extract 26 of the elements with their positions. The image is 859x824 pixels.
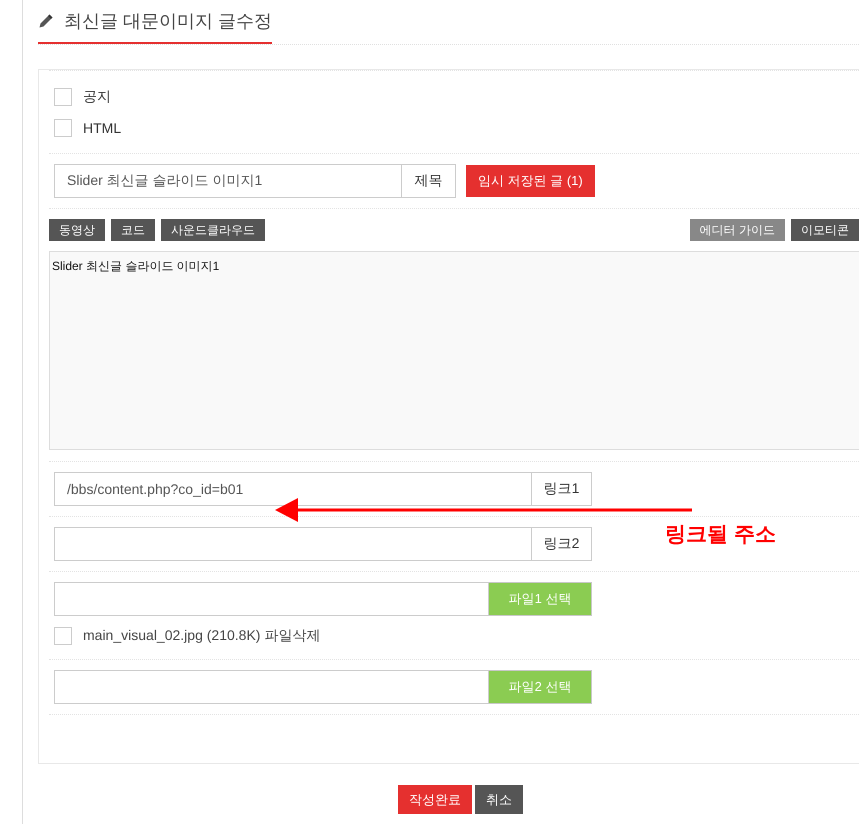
- editor-tool-button[interactable]: 동영상: [49, 219, 105, 241]
- link-input[interactable]: [54, 527, 532, 561]
- link-input[interactable]: /bbs/content.php?co_id=b01: [54, 472, 532, 506]
- draft-button[interactable]: 임시 저장된 글 (1): [466, 165, 595, 197]
- editor-textarea[interactable]: Slider 최신글 슬라이드 이미지1: [49, 251, 859, 450]
- file-input[interactable]: [54, 582, 489, 616]
- cancel-button[interactable]: 취소: [475, 785, 523, 814]
- annotation-text: 링크될 주소: [665, 522, 776, 548]
- field-label: 제목: [401, 164, 456, 198]
- editor-tool-button[interactable]: 에디터 가이드: [690, 219, 785, 241]
- page-title: 최신글 대문이미지 글수정: [64, 10, 272, 33]
- editor-tool-button[interactable]: 코드: [111, 219, 155, 241]
- checkbox[interactable]: [54, 118, 72, 136]
- pencil-icon: [38, 13, 54, 29]
- submit-button[interactable]: 작성완료: [398, 785, 472, 814]
- file-input[interactable]: [54, 670, 489, 704]
- checkbox[interactable]: [54, 627, 72, 645]
- checkbox-label: HTML: [83, 120, 122, 136]
- field-label: 링크1: [531, 472, 592, 506]
- editor-tool-button[interactable]: 사운드클라우드: [161, 219, 265, 241]
- checkbox[interactable]: [54, 88, 72, 106]
- field-label: 링크2: [531, 527, 592, 561]
- file-delete-label: main_visual_02.jpg (210.8K) 파일삭제: [83, 627, 320, 645]
- checkbox-label: 공지: [83, 88, 111, 106]
- editor-tool-button[interactable]: 이모티콘: [791, 219, 859, 241]
- subject-input[interactable]: Slider 최신글 슬라이드 이미지1: [54, 164, 402, 198]
